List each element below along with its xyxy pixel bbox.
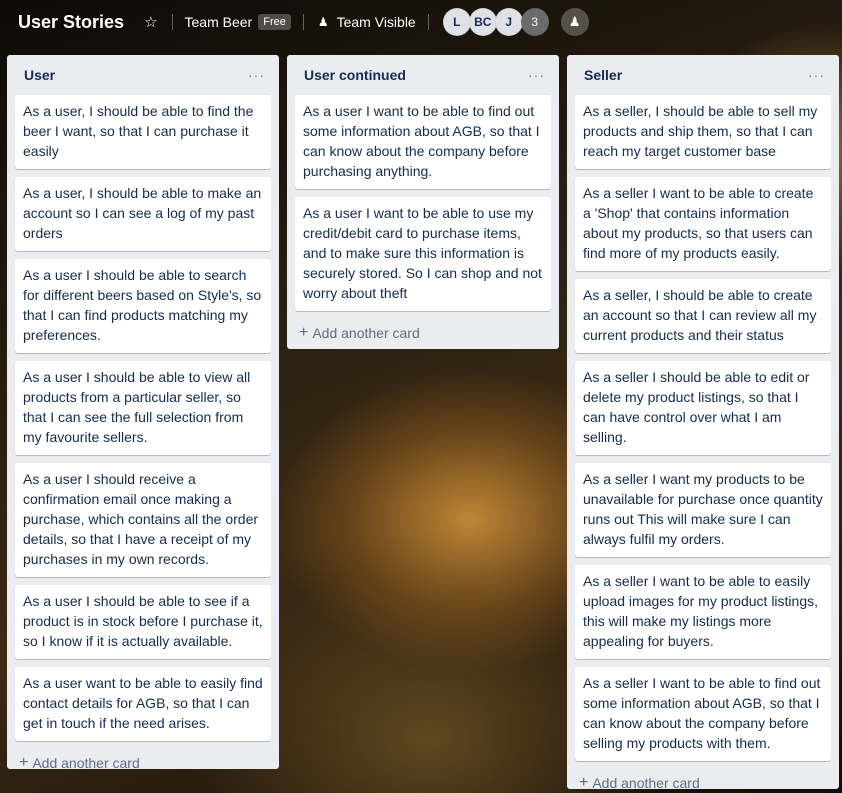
list-title[interactable]: User continued	[304, 67, 406, 83]
plus-icon: +	[299, 324, 309, 341]
list-header: Seller ···	[575, 55, 831, 95]
list-user-continued: User continued ··· As a user I want to b…	[287, 55, 559, 349]
list-menu-icon[interactable]: ···	[248, 67, 265, 83]
more-members-count[interactable]: 3	[520, 8, 549, 36]
list-seller: Seller ··· As a seller, I should be able…	[567, 55, 839, 791]
plan-badge: Free	[258, 14, 291, 30]
member-avatars: L BC J 3	[442, 8, 549, 36]
board-title[interactable]: User Stories	[18, 12, 124, 33]
divider	[302, 14, 304, 30]
card[interactable]: As a user I want to be able to find out …	[295, 95, 551, 189]
card[interactable]: As a seller I want to be able to find ou…	[575, 667, 831, 761]
team-visibility-icon: ♟	[317, 15, 329, 29]
avatar[interactable]: BC	[468, 8, 497, 36]
add-card-button[interactable]: + Add another card	[15, 749, 271, 777]
card[interactable]: As a seller I want my products to be una…	[575, 463, 831, 557]
visibility-button[interactable]: Team Visible	[337, 14, 416, 30]
card[interactable]: As a seller, I should be able to sell my…	[575, 95, 831, 169]
card[interactable]: As a seller I want to be able to easily …	[575, 565, 831, 659]
card[interactable]: As a seller, I should be able to create …	[575, 279, 831, 353]
card[interactable]: As a seller I should be able to edit or …	[575, 361, 831, 455]
plus-icon: +	[579, 774, 589, 791]
add-card-label: Add another card	[592, 775, 700, 791]
card[interactable]: As a user want to be able to easily find…	[15, 667, 271, 741]
list-user: User ··· As a user, I should be able to …	[7, 55, 279, 771]
list-header: User continued ···	[295, 55, 551, 95]
list-header: User ···	[15, 55, 271, 95]
list-title[interactable]: Seller	[584, 67, 622, 83]
add-card-label: Add another card	[312, 325, 420, 341]
add-card-button[interactable]: + Add another card	[295, 319, 551, 347]
card[interactable]: As a user, I should be able to find the …	[15, 95, 271, 169]
card[interactable]: As a user I should be able to search for…	[15, 259, 271, 353]
invite-member-icon[interactable]: ♟	[560, 8, 589, 36]
list-title[interactable]: User	[24, 67, 55, 83]
divider	[171, 14, 173, 30]
card[interactable]: As a user I should be able to see if a p…	[15, 585, 271, 659]
avatar[interactable]: L	[442, 8, 471, 36]
add-card-label: Add another card	[32, 755, 140, 771]
card[interactable]: As a user I should be able to view all p…	[15, 361, 271, 455]
card[interactable]: As a user I should receive a confirmatio…	[15, 463, 271, 577]
card[interactable]: As a user, I should be able to make an a…	[15, 177, 271, 251]
plus-icon: +	[19, 754, 29, 771]
card[interactable]: As a user I want to be able to use my cr…	[295, 197, 551, 311]
list-menu-icon[interactable]: ···	[528, 67, 545, 83]
avatar[interactable]: J	[494, 8, 523, 36]
star-icon[interactable]: ☆	[144, 13, 157, 31]
board-header: User Stories ☆ Team Beer Free ♟ Team Vis…	[0, 0, 842, 44]
list-menu-icon[interactable]: ···	[808, 67, 825, 83]
team-name[interactable]: Team Beer	[185, 14, 253, 30]
divider	[427, 14, 429, 30]
card[interactable]: As a seller I want to be able to create …	[575, 177, 831, 271]
add-card-button[interactable]: + Add another card	[575, 769, 831, 793]
